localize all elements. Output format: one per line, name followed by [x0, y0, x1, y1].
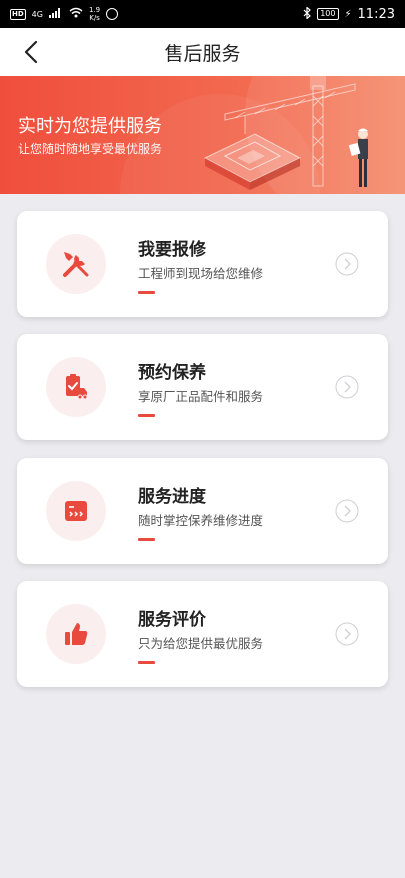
- hd-badge: HD: [10, 8, 26, 20]
- card-title: 预约保养: [138, 363, 206, 383]
- card-description: 只为给您提供最优服务: [138, 636, 264, 651]
- chevron-right-icon[interactable]: [335, 499, 359, 523]
- card-icon-circle: [46, 234, 106, 294]
- bluetooth-icon: [303, 5, 312, 22]
- signal-icon: [48, 7, 63, 21]
- card-icon-circle: [46, 357, 106, 417]
- back-button[interactable]: [20, 40, 44, 64]
- wrench-screwdriver-icon: [63, 252, 89, 277]
- nav-header: 售后服务: [0, 28, 405, 76]
- chevron-right-icon[interactable]: [335, 622, 359, 646]
- card-title: 服务评价: [138, 610, 206, 630]
- card-icon-circle: [46, 481, 106, 541]
- card-icon-circle: [46, 604, 106, 664]
- promo-banner: 实时为您提供服务 让您随时随地享受最优服务: [0, 76, 405, 194]
- card-accent-bar: [138, 414, 155, 417]
- service-card-progress[interactable]: 服务进度 随时掌控保养维修进度: [17, 458, 388, 564]
- construction-illustration: [203, 76, 368, 190]
- card-title: 服务进度: [138, 487, 206, 507]
- banner-subtitle: 让您随时随地享受最优服务: [18, 142, 163, 156]
- net-speed-value: 1.9: [88, 6, 101, 14]
- card-description: 随时掌控保养维修进度: [138, 513, 264, 528]
- charging-icon: ⚡: [344, 8, 352, 20]
- battery-icon: 100: [317, 8, 339, 20]
- status-bar: HD 4G 1.9 K/s 100 ⚡ 11:23: [0, 0, 405, 28]
- banner-title: 实时为您提供服务: [18, 116, 162, 137]
- card-title: 我要报修: [138, 240, 206, 260]
- progress-window-icon: [65, 501, 87, 521]
- card-accent-bar: [138, 661, 155, 664]
- net-speed: 1.9 K/s: [89, 6, 100, 22]
- page-title: 售后服务: [164, 42, 241, 65]
- service-card-maintenance[interactable]: 预约保养 享原厂正品配件和服务: [17, 334, 388, 440]
- service-card-review[interactable]: 服务评价 只为给您提供最优服务: [17, 581, 388, 687]
- card-accent-bar: [138, 291, 155, 294]
- service-card-repair[interactable]: 我要报修 工程师到现场给您维修: [17, 211, 388, 317]
- net-speed-unit: K/s: [89, 14, 100, 22]
- chevron-left-icon: [24, 40, 38, 64]
- wifi-icon: [69, 7, 83, 21]
- card-description: 工程师到现场给您维修: [138, 266, 264, 281]
- card-description: 享原厂正品配件和服务: [138, 389, 264, 404]
- thumbs-up-icon: [65, 623, 88, 645]
- chevron-right-icon[interactable]: [335, 375, 359, 399]
- network-label: 4G: [31, 9, 43, 19]
- chevron-right-icon[interactable]: [335, 252, 359, 276]
- clipboard-truck-icon: [66, 374, 88, 400]
- card-accent-bar: [138, 538, 155, 541]
- clock: 11:23: [357, 6, 395, 22]
- notification-icon: [106, 8, 119, 20]
